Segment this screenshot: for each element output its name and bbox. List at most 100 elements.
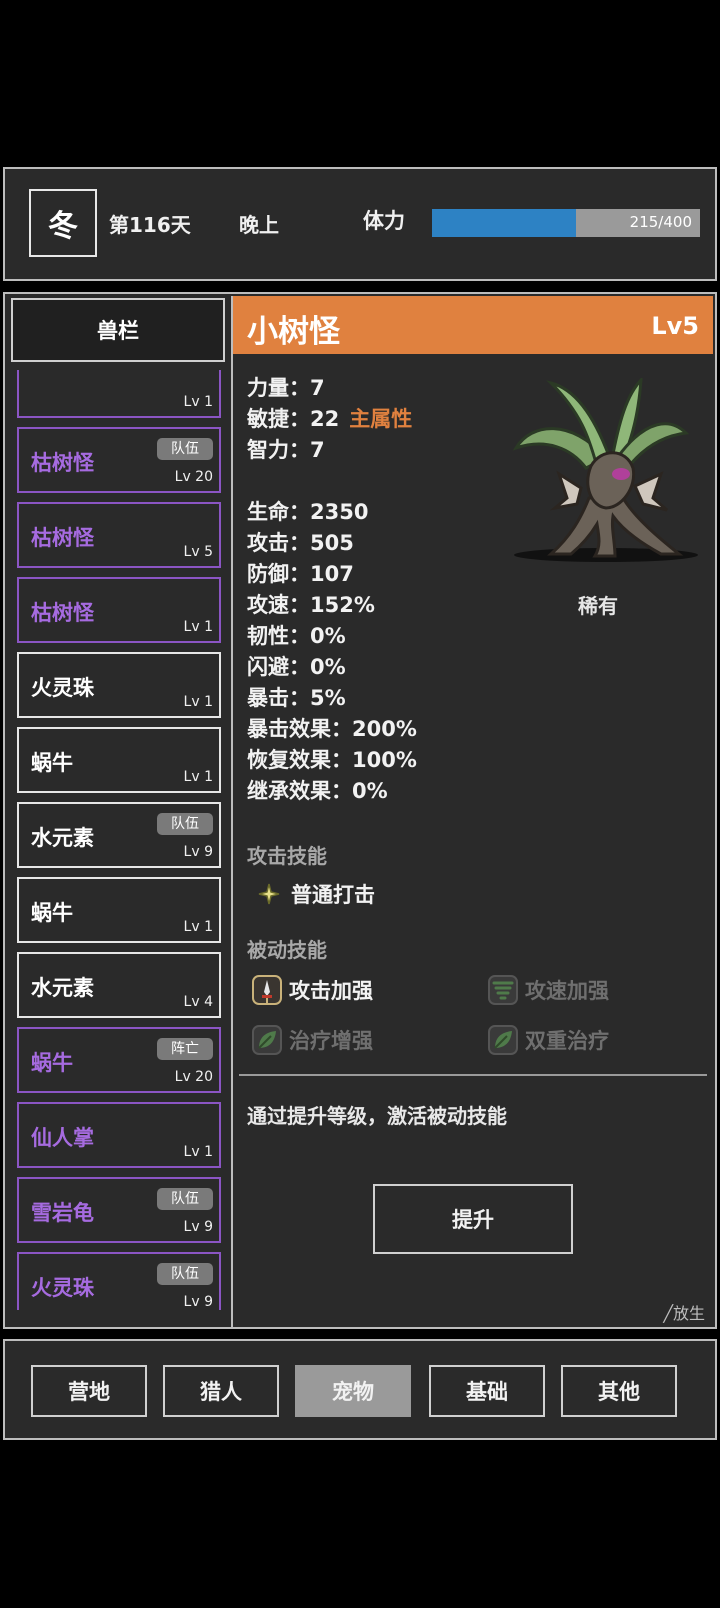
skill-heal-boost[interactable]: 治疗增强 <box>251 1024 373 1056</box>
pet-list-item-level: Lv 1 <box>183 619 213 635</box>
pet-list-item-name: 水元素 <box>31 976 94 1000</box>
pet-list-item[interactable]: 蜗牛 阵亡 Lv 20 <box>17 1027 221 1093</box>
stat-strength: 力量：7 <box>247 376 325 400</box>
stat-dodge: 闪避：0% <box>247 655 346 679</box>
leaf-icon <box>488 1025 518 1055</box>
pet-status-badge: 队伍 <box>157 1263 213 1285</box>
pet-level: Lv5 <box>651 312 699 340</box>
pet-list-item-name: 雪岩龟 <box>31 1201 94 1225</box>
pet-status-badge: 队伍 <box>157 438 213 460</box>
pen-header-button[interactable]: 兽栏 <box>11 298 225 362</box>
pet-list-item-name: 蜗牛 <box>31 901 73 925</box>
pet-list-item[interactable]: 雪岩龟 队伍 Lv 9 <box>17 1177 221 1243</box>
pet-list-item[interactable]: 火灵珠 Lv 1 <box>17 652 221 718</box>
pet-list-item-name: 蜗牛 <box>31 1051 73 1075</box>
pet-portrait <box>512 378 698 562</box>
stamina-label: 体力 <box>363 209 405 233</box>
stat-attack: 攻击：505 <box>247 531 354 555</box>
stat-defense: 防御：107 <box>247 562 354 586</box>
pet-list-item-name: 水元素 <box>31 826 94 850</box>
pet-list-item-level: Lv 1 <box>183 1144 213 1160</box>
skill-basic-strike-label: 普通打击 <box>291 883 375 907</box>
pet-list-item-level: Lv 9 <box>183 1219 213 1235</box>
stat-recovery-effect: 恢复效果：100% <box>247 748 417 772</box>
stat-agility-value: 敏捷：22 <box>247 407 340 431</box>
pet-list-item[interactable]: Lv 1 <box>17 370 221 418</box>
pet-list-item-level: Lv 5 <box>183 544 213 560</box>
pet-list-item-level: Lv 1 <box>183 919 213 935</box>
stat-attack-speed: 攻速：152% <box>247 593 375 617</box>
stat-crit-effect: 暴击效果：200% <box>247 717 417 741</box>
leaf-icon <box>252 1025 282 1055</box>
pet-list-item[interactable]: 水元素 Lv 4 <box>17 952 221 1018</box>
tab-other[interactable]: 其他 <box>561 1365 677 1417</box>
skill-heal-boost-label: 治疗增强 <box>289 1029 373 1053</box>
skill-attack-boost[interactable]: 攻击加强 <box>251 974 373 1006</box>
skill-attack-speed-boost-label: 攻速加强 <box>525 979 609 1003</box>
pet-list-item-level: Lv 4 <box>183 994 213 1010</box>
stat-intelligence: 智力：7 <box>247 438 325 462</box>
pet-list-item-name: 火灵珠 <box>31 1276 94 1300</box>
tornado-icon <box>488 975 518 1005</box>
pet-list[interactable]: Lv 1 枯树怪 队伍 Lv 20 枯树怪 Lv 5 枯树怪 Lv 1 火灵珠 Lv 1 蜗牛 Lv … <box>13 370 223 1310</box>
bottom-nav: 营地 猎人 宠物 基础 其他 <box>3 1339 717 1440</box>
pet-list-item-name: 枯树怪 <box>31 451 94 475</box>
pet-status-badge: 队伍 <box>157 813 213 835</box>
pet-list-item[interactable]: 仙人掌 Lv 1 <box>17 1102 221 1168</box>
pet-detail: 小树怪 Lv5 力量：7 敏捷：22 主属性 智力：7 生命：2350 攻击：50… <box>231 296 713 1327</box>
pet-list-item-name: 枯树怪 <box>31 601 94 625</box>
season-indicator: 冬 <box>29 189 97 257</box>
pet-list-item[interactable]: 水元素 队伍 Lv 9 <box>17 802 221 868</box>
stat-crit: 暴击：5% <box>247 686 346 710</box>
pet-title-bar: 小树怪 Lv5 <box>233 296 713 354</box>
stat-hp: 生命：2350 <box>247 500 369 524</box>
tab-hunter[interactable]: 猎人 <box>163 1365 279 1417</box>
time-of-day: 晚上 <box>239 213 279 237</box>
stamina-value: 215/400 <box>629 213 692 231</box>
pet-list-item-name: 蜗牛 <box>31 751 73 775</box>
pet-list-item-level: Lv 1 <box>183 694 213 710</box>
pet-list-item-name: 仙人掌 <box>31 1126 94 1150</box>
pet-list-item-name: 枯树怪 <box>31 526 94 550</box>
day-counter: 第116天 <box>109 213 191 237</box>
skill-double-heal-label: 双重治疗 <box>525 1029 609 1053</box>
pet-status-badge: 阵亡 <box>157 1038 213 1060</box>
stamina-bar-fill <box>432 209 577 237</box>
tab-basics[interactable]: 基础 <box>429 1365 545 1417</box>
sparkle-icon <box>258 883 280 905</box>
pet-panel: 兽栏 Lv 1 枯树怪 队伍 Lv 20 枯树怪 Lv 5 枯树怪 Lv 1 火灵珠 Lv 1 蜗牛… <box>3 292 717 1329</box>
divider <box>239 1074 707 1076</box>
sword-icon <box>252 975 282 1005</box>
pet-list-item-level: Lv 1 <box>183 769 213 785</box>
pet-list-item-level: Lv 20 <box>174 469 213 485</box>
stat-agility: 敏捷：22 主属性 <box>247 403 412 433</box>
pet-list-item[interactable]: 枯树怪 Lv 1 <box>17 577 221 643</box>
primary-attribute-label: 主属性 <box>349 407 413 431</box>
pet-list-item-level: Lv 20 <box>174 1069 213 1085</box>
pet-list-item-level: Lv 9 <box>183 844 213 860</box>
passive-skills-title: 被动技能 <box>247 938 327 962</box>
upgrade-hint: 通过提升等级，激活被动技能 <box>247 1104 507 1128</box>
stat-tenacity: 韧性：0% <box>247 624 346 648</box>
pet-list-item-level: Lv 1 <box>183 394 213 410</box>
pet-list-item[interactable]: 蜗牛 Lv 1 <box>17 877 221 943</box>
skill-attack-speed-boost[interactable]: 攻速加强 <box>487 974 609 1006</box>
pet-list-item[interactable]: 火灵珠 队伍 Lv 9 <box>17 1252 221 1310</box>
skill-basic-strike[interactable]: 普通打击 <box>253 878 375 910</box>
pet-list-item[interactable]: 蜗牛 Lv 1 <box>17 727 221 793</box>
release-button[interactable]: ╱放生 <box>663 1300 705 1324</box>
stamina-bar: 215/400 <box>432 209 700 237</box>
skill-attack-boost-label: 攻击加强 <box>289 979 373 1003</box>
tab-camp[interactable]: 营地 <box>31 1365 147 1417</box>
status-panel: 冬 第116天 晚上 体力 215/400 <box>3 167 717 281</box>
pet-name: 小树怪 <box>247 314 340 350</box>
skill-double-heal[interactable]: 双重治疗 <box>487 1024 609 1056</box>
upgrade-button[interactable]: 提升 <box>373 1184 573 1254</box>
pet-list-item[interactable]: 枯树怪 队伍 Lv 20 <box>17 427 221 493</box>
tab-pets[interactable]: 宠物 <box>295 1365 411 1417</box>
pet-status-badge: 队伍 <box>157 1188 213 1210</box>
pet-list-item[interactable]: 枯树怪 Lv 5 <box>17 502 221 568</box>
pet-list-item-name: 火灵珠 <box>31 676 94 700</box>
pet-rarity: 稀有 <box>578 594 618 618</box>
stat-inherit-effect: 继承效果：0% <box>247 779 388 803</box>
